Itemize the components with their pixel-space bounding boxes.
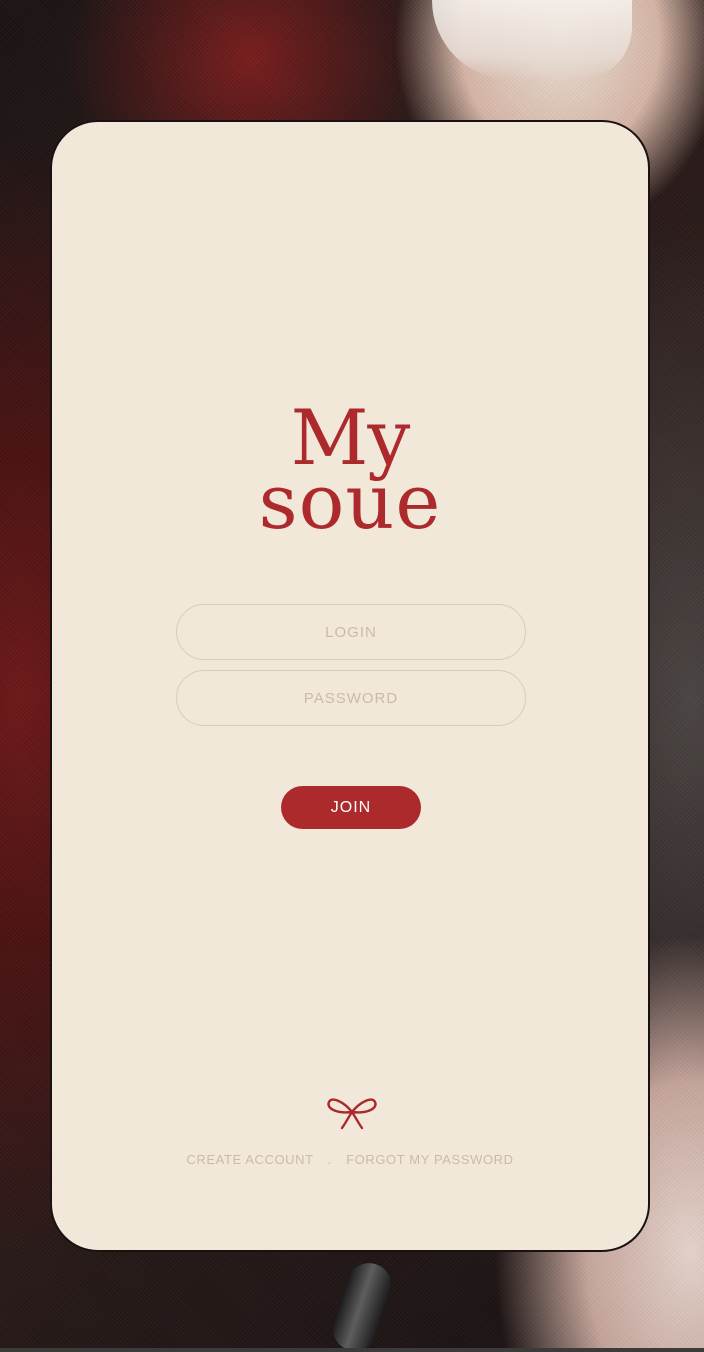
login-input[interactable] — [176, 604, 526, 660]
background-ring — [327, 1257, 397, 1352]
bottom-divider — [0, 1348, 704, 1352]
forgot-password-link[interactable]: FORGOT MY PASSWORD — [346, 1152, 514, 1167]
join-button[interactable]: JOIN — [281, 786, 421, 829]
brand-logo-line2: soue — [258, 457, 442, 546]
background-smile — [432, 0, 632, 80]
brand-logo: My soue — [52, 400, 648, 540]
bow-icon — [327, 1098, 377, 1130]
footer-separator: . — [327, 1152, 332, 1167]
password-input[interactable] — [176, 670, 526, 726]
create-account-link[interactable]: CREATE ACCOUNT — [186, 1152, 313, 1167]
footer-links: CREATE ACCOUNT . FORGOT MY PASSWORD — [52, 1152, 648, 1167]
login-card: My soue JOIN CREATE ACCOUNT . FORGOT MY … — [50, 120, 650, 1252]
